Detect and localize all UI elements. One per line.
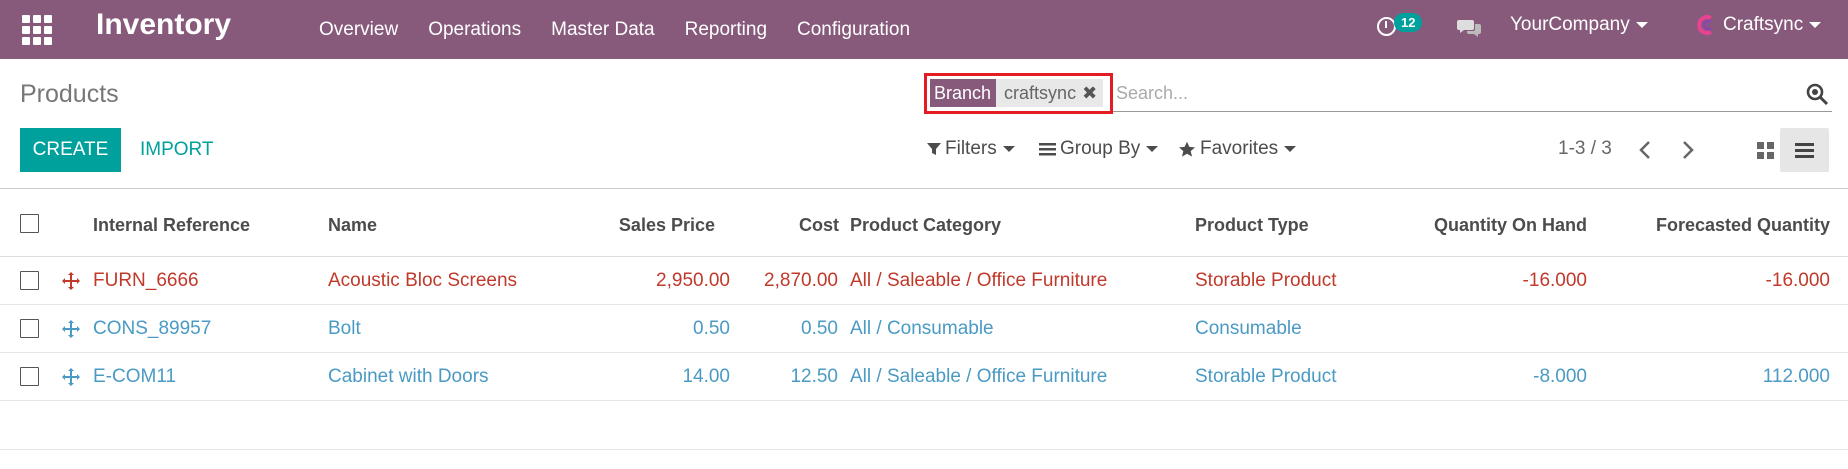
row-checkbox[interactable] — [20, 367, 39, 386]
avatar — [1697, 15, 1712, 35]
menu-overview[interactable]: Overview — [319, 19, 398, 41]
search-icon[interactable] — [1805, 82, 1829, 106]
page-title: Products — [20, 80, 119, 108]
col-quantity-on-hand[interactable]: Quantity On Hand — [1434, 215, 1587, 236]
filter-icon — [927, 143, 941, 155]
filters-label: Filters — [945, 138, 997, 159]
col-cost[interactable]: Cost — [799, 215, 839, 236]
col-product-type[interactable]: Product Type — [1195, 215, 1309, 236]
facet-highlight-box — [924, 73, 1113, 114]
menu-reporting[interactable]: Reporting — [685, 19, 767, 41]
clock-icon — [1377, 17, 1396, 36]
cell-internal-reference: CONS_89957 — [93, 318, 212, 339]
menu-configuration[interactable]: Configuration — [797, 19, 910, 41]
drag-handle-icon[interactable] — [61, 271, 81, 291]
cell-cost: 2,870.00 — [764, 270, 838, 291]
main-menu: Overview Operations Master Data Reportin… — [319, 0, 940, 59]
table-footer-divider — [0, 449, 1848, 450]
chevron-right-icon[interactable] — [1677, 139, 1697, 161]
cell-forecasted-quantity: -16.000 — [1765, 270, 1830, 291]
cell-sales-price: 14.00 — [682, 366, 730, 387]
create-button[interactable]: CREATE — [20, 128, 121, 172]
cell-product-category: All / Consumable — [850, 318, 994, 339]
cell-name: Acoustic Bloc Screens — [328, 270, 518, 291]
cell-quantity-on-hand: -16.000 — [1522, 270, 1587, 291]
user-menu[interactable]: Craftsync — [1697, 14, 1822, 36]
favorites-label: Favorites — [1200, 138, 1279, 159]
import-button[interactable]: IMPORT — [140, 128, 214, 172]
table-row[interactable]: E-COM11 Cabinet with Doors 14.00 12.50 A… — [0, 353, 1848, 401]
activity-menu[interactable]: 12 — [1377, 13, 1427, 44]
cell-cost: 0.50 — [801, 318, 838, 339]
menu-operations[interactable]: Operations — [428, 19, 521, 41]
filters-dropdown[interactable]: Filters — [926, 138, 1015, 160]
table-row[interactable]: CONS_89957 Bolt 0.50 0.50 All / Consumab… — [0, 305, 1848, 353]
apps-grid-icon[interactable] — [19, 12, 52, 45]
col-sales-price[interactable]: Sales Price — [619, 215, 715, 236]
chevron-down-icon — [1146, 146, 1159, 152]
table-row[interactable]: FURN_6666 Acoustic Bloc Screens 2,950.00… — [0, 257, 1848, 305]
app-title[interactable]: Inventory — [96, 8, 231, 42]
cell-quantity-on-hand: -8.000 — [1533, 366, 1587, 387]
bars-icon — [1039, 143, 1056, 156]
activity-count-badge: 12 — [1394, 13, 1423, 32]
drag-handle-icon[interactable] — [61, 367, 81, 387]
col-forecasted-quantity[interactable]: Forecasted Quantity — [1656, 215, 1830, 236]
cell-name: Bolt — [328, 318, 361, 339]
drag-handle-icon[interactable] — [61, 319, 81, 339]
select-all-checkbox[interactable] — [20, 214, 39, 233]
chevron-left-icon[interactable] — [1636, 139, 1656, 161]
company-switcher[interactable]: YourCompany — [1510, 14, 1648, 36]
groupby-label: Group By — [1060, 138, 1141, 159]
cell-name: Cabinet with Doors — [328, 366, 489, 387]
row-checkbox[interactable] — [20, 319, 39, 338]
star-icon — [1179, 141, 1195, 157]
chevron-down-icon — [1809, 22, 1822, 28]
cell-product-category: All / Saleable / Office Furniture — [850, 270, 1108, 291]
table-header: Internal Reference Name Sales Price Cost… — [0, 200, 1848, 257]
chevron-down-icon — [1635, 21, 1648, 28]
cell-internal-reference: E-COM11 — [93, 366, 177, 387]
divider — [0, 188, 1848, 189]
cell-product-category: All / Saleable / Office Furniture — [850, 366, 1108, 387]
pager-value[interactable]: 1-3 / 3 — [1558, 138, 1612, 160]
cell-cost: 12.50 — [790, 366, 838, 387]
cell-forecasted-quantity: 112.000 — [1762, 366, 1830, 387]
col-product-category[interactable]: Product Category — [850, 215, 1001, 236]
chat-icon[interactable] — [1457, 17, 1483, 39]
col-name[interactable]: Name — [328, 215, 377, 236]
menu-master-data[interactable]: Master Data — [551, 19, 654, 41]
top-navbar: Inventory Overview Operations Master Dat… — [0, 0, 1848, 59]
col-internal-reference[interactable]: Internal Reference — [93, 215, 250, 236]
cell-sales-price: 2,950.00 — [656, 270, 730, 291]
company-name: YourCompany — [1510, 14, 1630, 35]
row-checkbox[interactable] — [20, 271, 39, 290]
list-view-icon[interactable] — [1780, 128, 1829, 172]
chevron-down-icon — [1002, 146, 1015, 152]
groupby-dropdown[interactable]: Group By — [1039, 138, 1159, 160]
chevron-down-icon — [1284, 146, 1297, 152]
cell-product-type: Storable Product — [1195, 366, 1337, 387]
search-input[interactable] — [1116, 79, 1766, 107]
favorites-dropdown[interactable]: Favorites — [1178, 138, 1297, 160]
cell-internal-reference: FURN_6666 — [93, 270, 199, 291]
cell-sales-price: 0.50 — [693, 318, 730, 339]
user-name: Craftsync — [1723, 14, 1804, 35]
cell-product-type: Storable Product — [1195, 270, 1337, 291]
cell-product-type: Consumable — [1195, 318, 1302, 339]
